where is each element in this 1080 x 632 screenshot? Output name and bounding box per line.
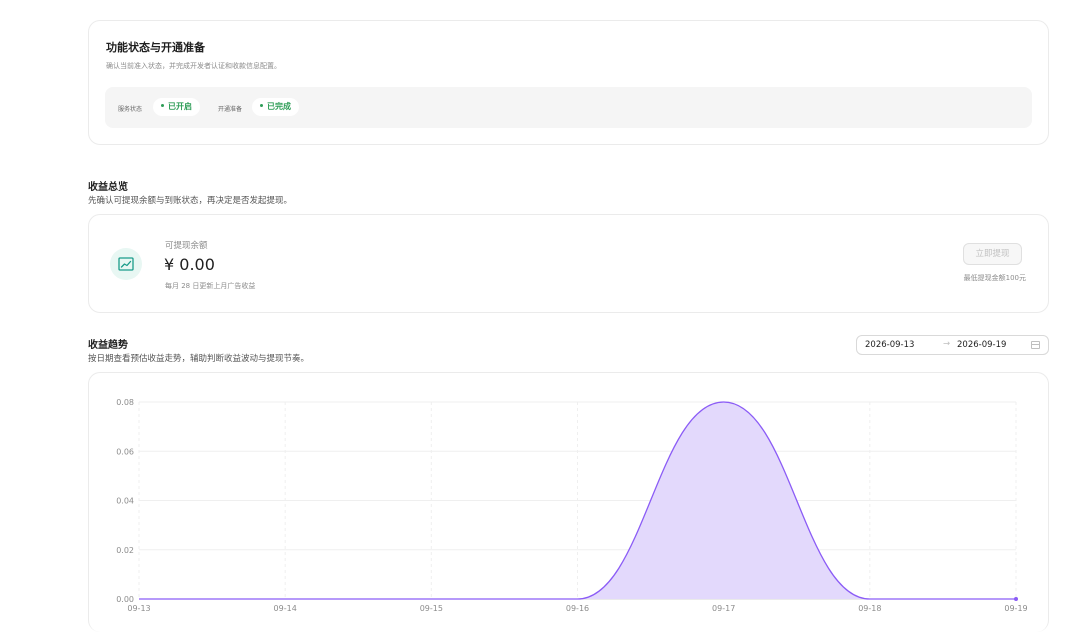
data-point <box>1014 597 1018 601</box>
x-tick-label: 09-18 <box>858 604 881 611</box>
status-dot-icon <box>161 104 164 107</box>
status-strip: 服务状态 已开启 开通准备 已完成 <box>105 87 1032 128</box>
balance-label: 可提现余额 <box>165 241 208 251</box>
status-dot-icon <box>260 104 263 107</box>
x-tick-label: 09-16 <box>566 604 589 611</box>
overview-title: 收益总览 <box>88 182 128 193</box>
x-tick-label: 09-14 <box>274 604 297 611</box>
x-tick-label: 09-19 <box>1004 604 1027 611</box>
date-range-picker[interactable]: 2026-09-13 → 2026-09-19 <box>856 335 1049 355</box>
date-end-input[interactable]: 2026-09-19 <box>957 340 1006 350</box>
trend-chart-icon <box>110 248 142 280</box>
date-start-input[interactable]: 2026-09-13 <box>865 340 914 350</box>
status-card: 功能状态与开通准备 确认当前准入状态，并完成开发者认证和收款信息配置。 服务状态… <box>88 20 1049 145</box>
minimum-withdraw-note: 最低提现金额100元 <box>963 274 1026 282</box>
status-card-title: 功能状态与开通准备 <box>106 41 205 54</box>
trend-title: 收益趋势 <box>88 340 128 351</box>
balance-update-note: 每月 28 日更新上月广告收益 <box>165 282 256 290</box>
balance-amount: ¥ 0.00 <box>164 255 215 274</box>
y-tick-label: 0.04 <box>116 497 134 506</box>
calendar-icon[interactable] <box>1031 341 1040 349</box>
x-tick-label: 09-17 <box>712 604 735 611</box>
setup-status-badge: 已完成 <box>252 98 299 116</box>
balance-card: 可提现余额 ¥ 0.00 每月 28 日更新上月广告收益 立即提现 最低提现金额… <box>88 214 1049 313</box>
trend-description: 按日期查看预估收益走势，辅助判断收益波动与提现节奏。 <box>88 354 310 364</box>
service-status-value: 已开启 <box>168 102 192 111</box>
y-tick-label: 0.08 <box>116 398 134 407</box>
y-tick-label: 0.00 <box>116 595 134 604</box>
x-tick-label: 09-15 <box>420 604 443 611</box>
date-separator-arrow-icon: → <box>943 339 951 349</box>
service-status-label: 服务状态 <box>118 106 143 113</box>
setup-status-value: 已完成 <box>267 102 291 111</box>
x-tick-label: 09-13 <box>127 604 150 611</box>
earnings-trend-chart: 0.08 0.06 0.04 0.02 0.0009-13 09-14 09-15 09-16… <box>116 398 1027 611</box>
overview-description: 先确认可提现余额与到账状态，再决定是否发起提现。 <box>88 196 293 206</box>
y-tick-label: 0.02 <box>116 546 134 555</box>
y-tick-label: 0.06 <box>116 447 134 456</box>
status-card-description: 确认当前准入状态，并完成开发者认证和收款信息配置。 <box>106 62 281 70</box>
setup-status-label: 开通准备 <box>218 106 243 113</box>
withdraw-button[interactable]: 立即提现 <box>963 243 1022 265</box>
service-status-badge: 已开启 <box>153 98 200 116</box>
